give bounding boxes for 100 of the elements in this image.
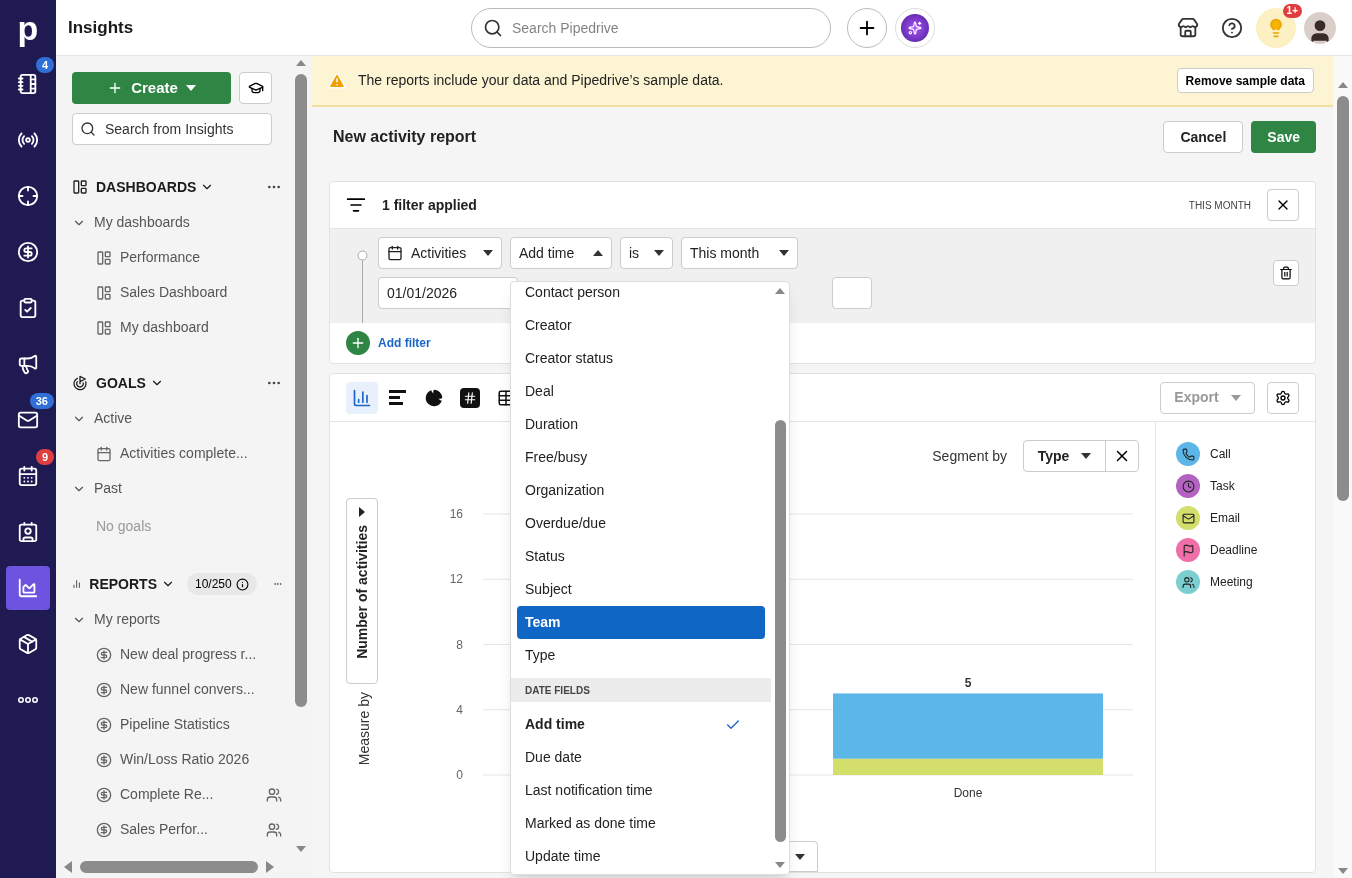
nav-icon: [17, 241, 39, 263]
tick-label: 12: [449, 572, 463, 587]
settings-button[interactable]: [1267, 381, 1299, 414]
calendar-icon: [387, 245, 403, 261]
sidebar-item[interactable]: Sales Dashboard: [120, 282, 228, 303]
warning-icon: [328, 71, 346, 90]
group-title[interactable]: My dashboards: [94, 212, 190, 233]
menu-item[interactable]: Creator: [517, 309, 765, 342]
group-title[interactable]: My reports: [94, 609, 161, 630]
caret-icon: [1081, 453, 1092, 459]
scroll-up-icon: [775, 288, 785, 294]
search-icon: [483, 17, 503, 38]
section-icon: [72, 375, 88, 391]
scrollbar[interactable]: [1333, 56, 1352, 878]
item-icon: [96, 646, 112, 663]
menu-item[interactable]: Type: [517, 639, 765, 672]
period-label: THIS MONTH: [1188, 198, 1251, 213]
nav-icon: [17, 409, 39, 431]
nav-icon: [17, 185, 39, 207]
column-chart-icon: [352, 387, 372, 408]
sidebar-item[interactable]: Complete Re...: [120, 784, 214, 805]
sidebar-item[interactable]: Activities complete...: [120, 443, 248, 464]
section-header[interactable]: DASHBOARDS: [96, 176, 215, 198]
add-filter-link[interactable]: Add filter: [378, 334, 431, 352]
caret-icon: [185, 85, 196, 91]
nav-icon: [17, 73, 39, 95]
scroll-up-icon: [296, 60, 306, 66]
scroll-left-icon[interactable]: [64, 861, 72, 873]
section-header[interactable]: GOALS: [96, 372, 164, 394]
menu-item[interactable]: Free/busy: [517, 441, 765, 474]
date-field[interactable]: 01/01/2026: [378, 277, 518, 309]
menu-item[interactable]: Last notification time: [517, 774, 765, 807]
menu-item[interactable]: Marked as done time: [517, 807, 765, 840]
sidebar-item[interactable]: Performance: [120, 247, 201, 268]
caret-icon: [483, 250, 493, 256]
caret-icon: [795, 853, 805, 860]
count-badge: 4: [35, 57, 54, 73]
item-icon: [96, 249, 112, 266]
menu-item[interactable]: Organization: [517, 474, 765, 507]
menu-item[interactable]: Subject: [517, 573, 765, 606]
menu-item[interactable]: Contact person: [517, 282, 765, 309]
group-title[interactable]: Past: [94, 478, 122, 499]
scroll-right-icon[interactable]: [266, 861, 274, 873]
menu-item[interactable]: Creator status: [517, 342, 765, 375]
add-filter-icon[interactable]: [346, 331, 370, 355]
sidebar-item[interactable]: Sales Perfor...: [120, 819, 208, 840]
menu-item[interactable]: Deal: [517, 375, 765, 408]
sidebar-item[interactable]: Win/Loss Ratio 2026: [120, 749, 250, 770]
sidebar-item[interactable]: New funnel convers...: [120, 679, 255, 700]
group-title[interactable]: Active: [94, 408, 133, 429]
menu-item[interactable]: Due date: [517, 741, 765, 774]
item-icon: [96, 681, 112, 698]
tips-button[interactable]: [1256, 7, 1296, 48]
sidebar-item[interactable]: Pipeline Statistics: [120, 714, 230, 735]
menu-item[interactable]: Overdue/due: [517, 507, 765, 540]
measure-dropdown[interactable]: Number of activities: [346, 498, 378, 684]
item-icon: [96, 821, 112, 838]
nav-icon: [17, 521, 39, 543]
avatar[interactable]: [1304, 11, 1336, 44]
help-icon: [1221, 16, 1243, 39]
filter-dropdown[interactable]: Add time: [510, 237, 612, 269]
filter-summary: 1 filter applied: [382, 195, 478, 215]
filter-icon: [346, 195, 366, 215]
menu-item[interactable]: Team: [517, 606, 765, 639]
filter-dropdown[interactable]: This month: [681, 237, 798, 269]
section-header[interactable]: REPORTS: [89, 573, 175, 595]
learn-button[interactable]: [239, 72, 272, 104]
caret-icon: [359, 507, 365, 517]
save-button[interactable]: Save: [1251, 121, 1316, 153]
trash-icon: [1279, 266, 1293, 280]
logo[interactable]: p: [17, 11, 39, 45]
create-button[interactable]: Create: [72, 72, 231, 104]
search-field[interactable]: Search Pipedrive: [471, 7, 831, 48]
banner-text: The reports include your data and Pipedrive’s sample data.: [358, 71, 725, 90]
search-field[interactable]: Search from Insights: [72, 113, 272, 145]
more-icon: [18, 697, 38, 703]
menu-item[interactable]: Add time: [517, 708, 765, 741]
filter-dropdown[interactable]: is: [620, 237, 673, 269]
tick-label: 0: [456, 768, 463, 782]
pie-chart-icon: [425, 388, 443, 407]
page-title: Insights: [68, 16, 135, 39]
date-field[interactable]: [832, 277, 872, 309]
sidebar-item[interactable]: New deal progress r...: [120, 644, 257, 665]
cancel-button[interactable]: Cancel: [1163, 121, 1244, 153]
legend-label: Task: [1210, 478, 1235, 495]
delete-button[interactable]: [1273, 260, 1299, 286]
filter-dropdown[interactable]: Activities: [378, 237, 502, 269]
menu-item[interactable]: Duration: [517, 408, 765, 441]
segment-dropdown[interactable]: Type: [1023, 440, 1139, 472]
tick-label: 16: [449, 507, 463, 521]
remove-sample-button[interactable]: Remove sample data: [1176, 68, 1314, 93]
menu-item[interactable]: Update time: [517, 840, 765, 873]
nav-icon: [17, 633, 39, 655]
settings-icon: [1275, 389, 1291, 406]
sidebar-item[interactable]: My dashboard: [120, 317, 209, 338]
collapse-button[interactable]: [1267, 189, 1299, 221]
menu-item[interactable]: Status: [517, 540, 765, 573]
scroll-up-icon: [1337, 82, 1348, 88]
usage-count: 10/250: [187, 573, 257, 595]
empty-text: No goals: [96, 516, 152, 536]
